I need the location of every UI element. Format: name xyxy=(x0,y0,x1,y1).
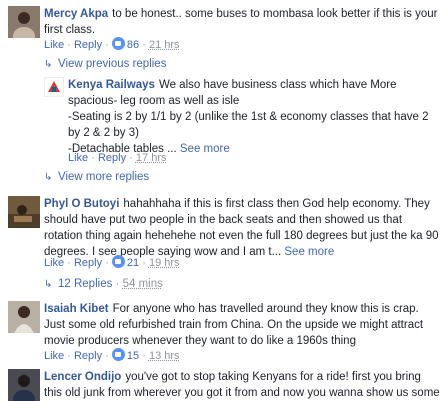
avatar-phyl-o-butoyi[interactable] xyxy=(8,196,40,228)
comment-isaiah-kibet: Isaiah Kibet For anyone who has travelled… xyxy=(44,301,440,349)
avatar-lencer-ondijo[interactable] xyxy=(8,369,40,401)
timestamp[interactable]: 17 hrs xyxy=(136,152,167,164)
like-link[interactable]: Like xyxy=(44,350,64,362)
reaction-count[interactable]: 15 xyxy=(127,350,139,362)
like-link[interactable]: Like xyxy=(68,152,88,164)
reply-line-2: -Seating is 2 by 1/1 by 2 (unlike the 1s… xyxy=(68,111,429,139)
timestamp[interactable]: 13 hrs xyxy=(149,350,180,362)
like-link[interactable]: Like xyxy=(44,39,64,51)
view-more-replies-link[interactable]: ↳ View more replies xyxy=(44,169,149,186)
replies-timestamp[interactable]: 54 mins xyxy=(123,278,163,290)
timestamp[interactable]: 19 hrs xyxy=(149,257,180,269)
commenter-name[interactable]: Phyl O Butoyi xyxy=(44,198,119,210)
like-link[interactable]: Like xyxy=(44,257,64,269)
reply-link[interactable]: Reply xyxy=(98,152,126,164)
reply-actions: Like · Reply · 17 hrs xyxy=(68,152,167,164)
reaction-count[interactable]: 21 xyxy=(127,257,139,269)
comment-actions: Like · Reply · 86 · 21 hrs xyxy=(44,37,180,51)
commenter-name[interactable]: Mercy Akpa xyxy=(44,8,108,20)
reply-link[interactable]: Reply xyxy=(74,257,102,269)
like-reaction-icon xyxy=(111,348,125,361)
timestamp[interactable]: 21 hrs xyxy=(149,39,180,51)
like-reaction-icon xyxy=(111,37,125,50)
reply-link[interactable]: Reply xyxy=(74,39,102,51)
avatar-mercy-akpa[interactable] xyxy=(8,6,40,38)
comment-actions: Like · Reply · 21 · 19 hrs xyxy=(44,255,180,269)
commenter-name[interactable]: Lencer Ondijo xyxy=(44,371,121,383)
reaction-count[interactable]: 86 xyxy=(127,39,139,51)
comment-mercy-akpa: Mercy Akpa to be honest.. some buses to m… xyxy=(44,6,440,38)
reply-line-1: Kenya Railways We also have business clas… xyxy=(68,79,397,107)
replies-count-link[interactable]: ↳ 12 Replies · 54 mins xyxy=(44,276,163,293)
replier-name[interactable]: Kenya Railways xyxy=(68,79,155,91)
reply-arrow-icon: ↳ xyxy=(44,59,53,70)
comment-lencer-ondijo: Lencer Ondijo you've got to stop taking K… xyxy=(44,369,440,401)
reply-arrow-icon: ↳ xyxy=(44,172,53,183)
like-reaction-icon xyxy=(111,255,125,268)
reply-link[interactable]: Reply xyxy=(74,350,102,362)
see-more-link[interactable]: See more xyxy=(180,143,230,155)
comment-actions: Like · Reply · 15 · 13 hrs xyxy=(44,348,180,362)
commenter-name[interactable]: Isaiah Kibet xyxy=(44,303,109,315)
avatar-isaiah-kibet[interactable] xyxy=(8,301,40,333)
avatar-kenya-railways[interactable] xyxy=(44,77,64,97)
reply-kenya-railways: Kenya Railways We also have business clas… xyxy=(68,77,438,157)
comment-phyl-o-butoyi: Phyl O Butoyi hahahhaha if this is first … xyxy=(44,196,440,260)
view-previous-replies-link[interactable]: ↳ View previous replies xyxy=(44,56,166,73)
see-more-link[interactable]: See more xyxy=(284,246,334,258)
reply-arrow-icon: ↳ xyxy=(44,279,53,290)
